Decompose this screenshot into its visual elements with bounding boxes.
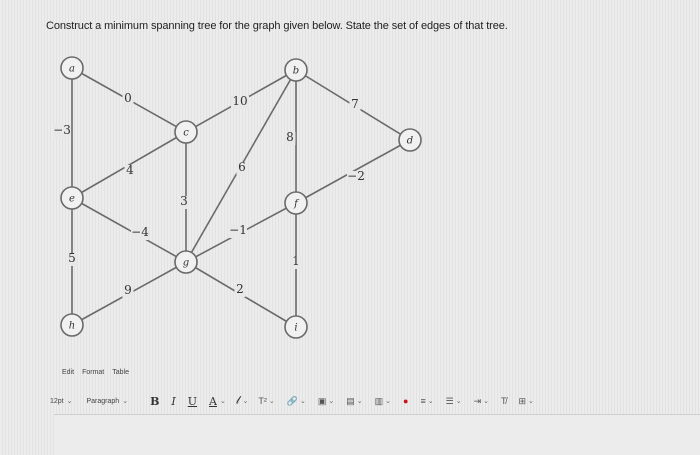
- bold-button[interactable]: B: [150, 395, 159, 408]
- embed-icon[interactable]: ▥ ⌄: [375, 396, 391, 407]
- edge-weight-f-g: −1: [229, 223, 247, 237]
- record-icon[interactable]: ●: [403, 396, 408, 406]
- node-label: d: [407, 136, 413, 147]
- node-e: e: [60, 186, 84, 210]
- edge-weight-e-g: −4: [131, 225, 149, 239]
- node-label: i: [294, 323, 297, 334]
- clear-format-icon[interactable]: T̸: [501, 396, 507, 406]
- edge-e-g: [71, 197, 187, 263]
- block-format-select[interactable]: Paragraph ⌄: [86, 397, 129, 406]
- link-icon[interactable]: 🔗 ⌄: [287, 396, 306, 407]
- editor-toolbar: 12pt ⌄ Paragraph ⌄ B I U A ⌄ 𝓁 ⌄ T² ⌄ 🔗 ⌄…: [50, 392, 692, 410]
- font-size-select[interactable]: 12pt ⌄: [50, 397, 73, 406]
- edge-weight-g-i: 2: [236, 282, 244, 296]
- node-c: c: [174, 120, 198, 144]
- superscript-button[interactable]: T² ⌄: [258, 396, 274, 406]
- node-b: b: [284, 58, 308, 82]
- node-i: i: [284, 315, 308, 339]
- edge-weight-c-e: 4: [126, 163, 134, 177]
- text-color-button[interactable]: A: [209, 395, 217, 408]
- menu-table[interactable]: Table: [112, 369, 129, 376]
- node-f: f: [284, 191, 308, 215]
- table-icon[interactable]: ⊞ ⌄: [518, 396, 533, 407]
- editor-menubar: Edit Format Table: [62, 369, 129, 376]
- edge-weight-c-g: 3: [180, 194, 188, 208]
- edge-weight-a-e: −3: [53, 123, 71, 137]
- menu-format[interactable]: Format: [82, 369, 104, 376]
- graph-edge-weights: 0 −3 10 7 8 6 4 3 −2 −4 5 −1 1 9 2: [53, 91, 365, 298]
- chevron-down-icon: ⌄: [268, 398, 275, 405]
- list-icon[interactable]: ☰ ⌄: [446, 396, 462, 407]
- underline-button[interactable]: U: [188, 395, 197, 408]
- node-a: a: [60, 56, 84, 80]
- chevron-down-icon[interactable]: ⌄: [243, 397, 249, 405]
- node-d: d: [398, 128, 422, 152]
- node-h: h: [60, 313, 84, 337]
- align-icon[interactable]: ≡ ⌄: [420, 396, 433, 406]
- node-label: b: [293, 66, 299, 77]
- chevron-down-icon[interactable]: ⌄: [220, 397, 226, 405]
- node-label: e: [69, 194, 75, 205]
- image-icon[interactable]: ▣ ⌄: [318, 396, 334, 407]
- rich-text-editor-area[interactable]: [54, 414, 700, 455]
- edge-weight-g-h: 9: [124, 283, 132, 297]
- chevron-down-icon: ⌄: [122, 398, 129, 405]
- highlight-button[interactable]: 𝓁: [236, 394, 240, 408]
- node-g: g: [174, 250, 198, 274]
- node-label: g: [183, 258, 189, 269]
- menu-edit[interactable]: Edit: [62, 369, 74, 376]
- italic-button[interactable]: I: [171, 395, 175, 408]
- block-format-value: Paragraph: [86, 397, 120, 405]
- edge-weight-b-f: 8: [286, 130, 294, 144]
- edge-weight-f-i: 1: [292, 254, 300, 268]
- chevron-down-icon: ⌄: [66, 398, 73, 405]
- graph-figure: 0 −3 10 7 8 6 4 3 −2 −4 5 −1 1 9 2 a b c d e f g h i: [53, 56, 422, 339]
- indent-icon[interactable]: ⇥ ⌄: [474, 396, 489, 407]
- media-icon[interactable]: ▤ ⌄: [346, 396, 362, 407]
- superscript-label: T²: [258, 396, 267, 406]
- font-size-value: 12pt: [50, 397, 64, 405]
- edge-weight-d-f: −2: [347, 169, 365, 183]
- edge-weight-b-d: 7: [351, 97, 359, 111]
- edge-weight-b-g: 6: [238, 160, 246, 174]
- edge-weight-a-c: 0: [124, 91, 132, 105]
- node-label: h: [69, 321, 75, 332]
- node-label: a: [69, 64, 75, 75]
- edge-weight-e-h: 5: [68, 251, 76, 265]
- edge-weight-c-b: 10: [232, 94, 247, 108]
- node-label: c: [183, 128, 189, 139]
